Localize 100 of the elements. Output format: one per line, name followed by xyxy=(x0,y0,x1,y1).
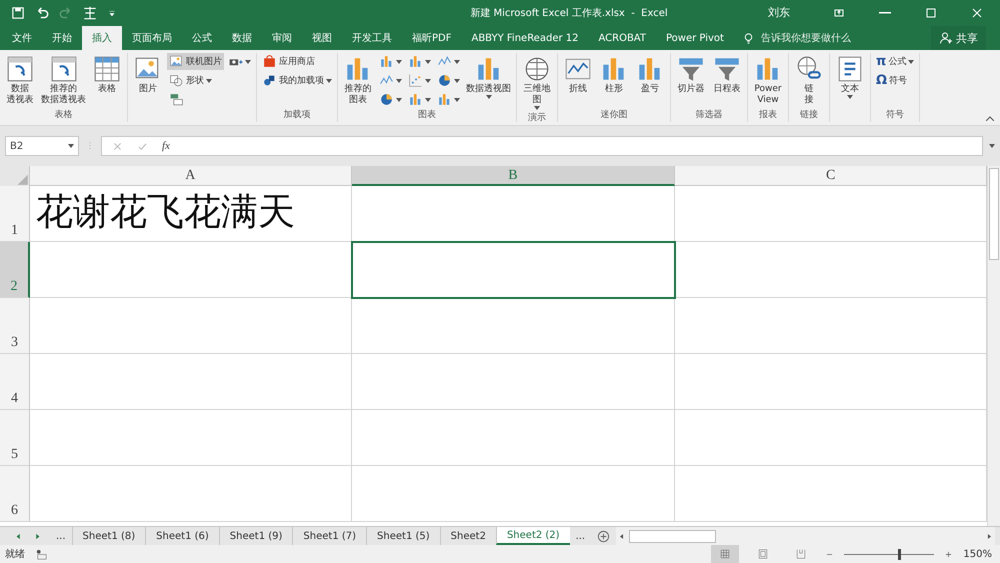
zoom-slider-thumb[interactable] xyxy=(898,548,902,560)
ribbon-button[interactable]: 折线 xyxy=(561,53,595,96)
window-title: 新建 Microsoft Excel 工作表.xlsx - Excel xyxy=(469,6,669,20)
table-icon xyxy=(92,54,122,84)
bar-chart-icon xyxy=(408,92,423,107)
row-header[interactable]: 1 xyxy=(0,186,30,242)
table-cell[interactable]: 花谢花飞花满天 xyxy=(30,186,352,242)
row-header[interactable]: 5 xyxy=(0,410,30,466)
share-button[interactable]: 共享 xyxy=(931,26,986,50)
ribbon-button[interactable]: 我的加载项 xyxy=(260,72,334,89)
dropdown-caret-icon xyxy=(534,106,540,110)
zoom-in-icon xyxy=(944,550,954,558)
ribbon-button[interactable]: 数据透视图 xyxy=(464,53,513,100)
pivot-table-icon xyxy=(5,54,35,84)
group-label: 加载项 xyxy=(282,108,312,122)
ribbon-button[interactable]: 应用商店 xyxy=(260,53,334,70)
table-cell[interactable] xyxy=(352,410,676,466)
ribbon-tab[interactable]: 审阅 xyxy=(262,26,302,50)
ribbon-button[interactable]: π 公式 xyxy=(874,53,916,70)
symbol-glyph: Ω xyxy=(876,73,888,88)
ribbon-button[interactable]: 文本 xyxy=(833,53,867,100)
vertical-scrollbar[interactable] xyxy=(987,166,1000,526)
shapes-icon xyxy=(169,73,184,88)
bar-chart-icon xyxy=(437,92,452,107)
selected-cell[interactable] xyxy=(352,242,676,298)
group-label: 筛选器 xyxy=(694,108,724,122)
column-header[interactable]: B xyxy=(352,166,676,186)
ribbon-tab[interactable]: 公式 xyxy=(182,26,222,50)
ribbon-tab[interactable]: ACROBAT xyxy=(588,26,656,50)
ribbon-button[interactable]: 盈亏 xyxy=(633,53,667,96)
ribbon-button[interactable]: 联机图片 xyxy=(167,53,224,70)
table-cell[interactable] xyxy=(352,354,676,410)
row-header[interactable]: 2 xyxy=(0,242,30,298)
table-cell[interactable] xyxy=(30,410,352,466)
sheet-tab[interactable]: Sheet2 (2) xyxy=(496,527,570,545)
zoom-level[interactable]: 150% xyxy=(963,548,992,560)
row-header[interactable]: 6 xyxy=(0,466,30,522)
column-header[interactable]: C xyxy=(675,166,987,186)
ribbon-button[interactable]: 切片器 xyxy=(674,53,708,96)
ribbon-button[interactable]: Power View xyxy=(751,53,785,107)
ribbon-tab[interactable]: 插入 xyxy=(82,26,122,50)
table-cell[interactable] xyxy=(30,466,352,522)
ribbon-tab[interactable]: 视图 xyxy=(302,26,342,50)
column-header[interactable]: A xyxy=(30,166,352,186)
ribbon-tab[interactable]: 福昕PDF xyxy=(402,26,462,50)
ribbon-button[interactable]: 柱形 xyxy=(597,53,631,96)
ribbon-button[interactable]: 推荐的 图表 xyxy=(341,53,375,107)
ribbon-tab[interactable]: 开发工具 xyxy=(342,26,402,50)
table-cell[interactable] xyxy=(30,354,352,410)
ribbon-button[interactable]: 表格 xyxy=(90,53,124,96)
cancel-icon xyxy=(112,140,123,152)
horizontal-scrollbar[interactable] xyxy=(616,527,995,545)
dropdown-caret-icon xyxy=(908,60,914,64)
pivot-table-icon xyxy=(48,54,78,84)
collapse-ribbon-icon[interactable] xyxy=(986,116,994,121)
person-icon xyxy=(939,31,953,45)
more-sheets-left[interactable]: ... xyxy=(50,527,72,545)
ribbon-button[interactable]: 图片 xyxy=(131,53,165,96)
ribbon-button[interactable]: 推荐的 数据透视表 xyxy=(39,53,88,107)
pie-chart-icon xyxy=(437,73,452,88)
row-header[interactable]: 3 xyxy=(0,298,30,354)
scatter-chart-icon xyxy=(408,73,423,88)
minimize-icon xyxy=(879,12,891,14)
ribbon-button[interactable]: Ω 符号 xyxy=(874,72,916,89)
formula-field[interactable]: fx xyxy=(101,136,983,156)
page-layout-icon xyxy=(757,548,770,560)
tell-me-field[interactable]: 告诉我你想要做什么 xyxy=(758,32,873,44)
row-header[interactable]: 4 xyxy=(0,354,30,410)
insert-function-button[interactable]: fx xyxy=(162,140,170,152)
bar-chart-icon xyxy=(379,54,394,69)
ribbon-button[interactable]: 日程表 xyxy=(710,53,744,96)
ribbon-tab[interactable]: Power Pivot xyxy=(656,26,734,50)
scroll-right-icon xyxy=(33,532,42,540)
table-cell[interactable] xyxy=(352,466,676,522)
ribbon-button[interactable]: 链 接 xyxy=(792,53,826,107)
more-sheets-right[interactable]: ... xyxy=(570,527,592,545)
view-button[interactable] xyxy=(711,545,740,563)
ribbon-button[interactable]: 形状 xyxy=(167,72,224,89)
table-cell[interactable] xyxy=(30,298,352,354)
table-cell[interactable] xyxy=(352,298,676,354)
ribbon-tab[interactable]: 页面布局 xyxy=(122,26,182,50)
dropdown-caret-icon xyxy=(206,78,212,82)
ribbon-tab[interactable]: ABBYY FineReader 12 xyxy=(461,26,588,50)
ribbon-tab[interactable]: 数据 xyxy=(222,26,262,50)
ribbon-tab[interactable]: 文件 xyxy=(2,26,42,50)
group-label: 表格 xyxy=(54,108,74,122)
user-name[interactable]: 刘东 xyxy=(768,5,790,20)
ribbon-button[interactable]: 三维地 图 xyxy=(520,53,554,111)
dropdown-caret-icon xyxy=(396,98,402,102)
name-box[interactable]: B2 xyxy=(5,136,79,156)
save-icon xyxy=(10,4,26,20)
bar-chart-icon xyxy=(408,54,423,69)
enter-icon xyxy=(137,140,148,152)
ribbon-button[interactable]: 数据 透视表 xyxy=(3,53,37,107)
group-label: 图表 xyxy=(417,108,437,122)
dropdown-caret-icon xyxy=(847,95,853,99)
ribbon-tab[interactable]: 开始 xyxy=(42,26,82,50)
dropdown-caret-icon xyxy=(454,60,460,64)
normal-view-icon xyxy=(719,548,732,560)
add-sheet-icon xyxy=(597,530,610,542)
